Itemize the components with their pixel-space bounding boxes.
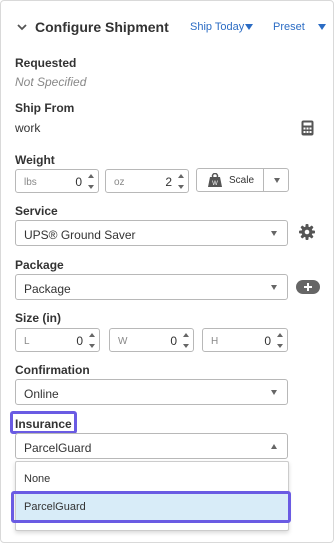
oz-stepper-icon[interactable] [178, 174, 184, 189]
scale-caret-icon[interactable] [274, 178, 280, 183]
weight-lbs-input[interactable]: lbs 0 [15, 169, 99, 193]
package-label: Package [15, 258, 64, 272]
size-length-input[interactable]: L 0 [15, 328, 100, 352]
lbs-placeholder: lbs [24, 177, 37, 188]
scale-button[interactable]: W Scale [196, 168, 289, 192]
service-caret-icon [271, 231, 277, 236]
parcelguard-option-highlight [11, 491, 291, 523]
weight-label: Weight [15, 153, 55, 167]
height-stepper-icon[interactable] [277, 333, 283, 348]
ship-from-label: Ship From [15, 101, 75, 115]
requested-label: Requested [15, 56, 77, 70]
svg-text:W: W [212, 181, 218, 187]
lbs-value: 0 [75, 175, 82, 189]
collapse-chevron-icon[interactable] [15, 20, 29, 34]
oz-placeholder: oz [114, 177, 125, 188]
oz-value: 2 [165, 175, 172, 189]
confirmation-value: Online [24, 387, 59, 401]
length-stepper-icon[interactable] [89, 333, 95, 348]
scale-icon: W [208, 173, 222, 187]
lbs-stepper-icon[interactable] [88, 174, 94, 189]
length-value: 0 [76, 334, 83, 348]
package-caret-icon [271, 285, 277, 290]
width-value: 0 [170, 334, 177, 348]
add-package-button[interactable] [296, 280, 320, 294]
plus-icon [304, 283, 312, 291]
weight-oz-input[interactable]: oz 2 [105, 169, 189, 193]
insurance-select[interactable]: ParcelGuard [15, 433, 288, 459]
width-placeholder: W [118, 336, 128, 347]
package-value: Package [24, 282, 71, 296]
ship-from-value: work [15, 121, 41, 135]
size-width-input[interactable]: W 0 [109, 328, 194, 352]
configure-shipment-panel: Configure Shipment Ship Today Preset Req… [0, 0, 334, 543]
insurance-label: Insurance [15, 417, 72, 431]
insurance-value: ParcelGuard [24, 441, 92, 455]
ship-today-dropdown[interactable]: Ship Today [190, 21, 244, 33]
gear-icon[interactable] [299, 224, 315, 240]
panel-header: Configure Shipment Ship Today Preset [1, 1, 333, 53]
size-label: Size (in) [15, 311, 62, 325]
scale-divider [263, 169, 264, 191]
ship-today-caret-icon[interactable] [245, 24, 253, 30]
service-value: UPS® Ground Saver [24, 228, 136, 242]
preset-caret-icon[interactable] [318, 24, 326, 30]
package-select[interactable]: Package [15, 274, 288, 300]
preset-dropdown[interactable]: Preset [273, 21, 305, 33]
insurance-caret-icon [271, 444, 277, 449]
confirmation-select[interactable]: Online [15, 379, 288, 405]
height-placeholder: H [211, 336, 219, 347]
panel-title: Configure Shipment [35, 19, 169, 35]
requested-value: Not Specified [15, 75, 87, 89]
insurance-option-none[interactable]: None [16, 466, 288, 492]
size-height-input[interactable]: H 0 [202, 328, 288, 352]
length-placeholder: L [24, 336, 30, 347]
width-stepper-icon[interactable] [183, 333, 189, 348]
service-label: Service [15, 204, 58, 218]
height-value: 0 [264, 334, 271, 348]
confirmation-label: Confirmation [15, 363, 90, 377]
confirmation-caret-icon [271, 390, 277, 395]
calculator-icon[interactable] [301, 120, 314, 136]
service-select[interactable]: UPS® Ground Saver [15, 220, 288, 246]
scale-label: Scale [229, 175, 255, 186]
